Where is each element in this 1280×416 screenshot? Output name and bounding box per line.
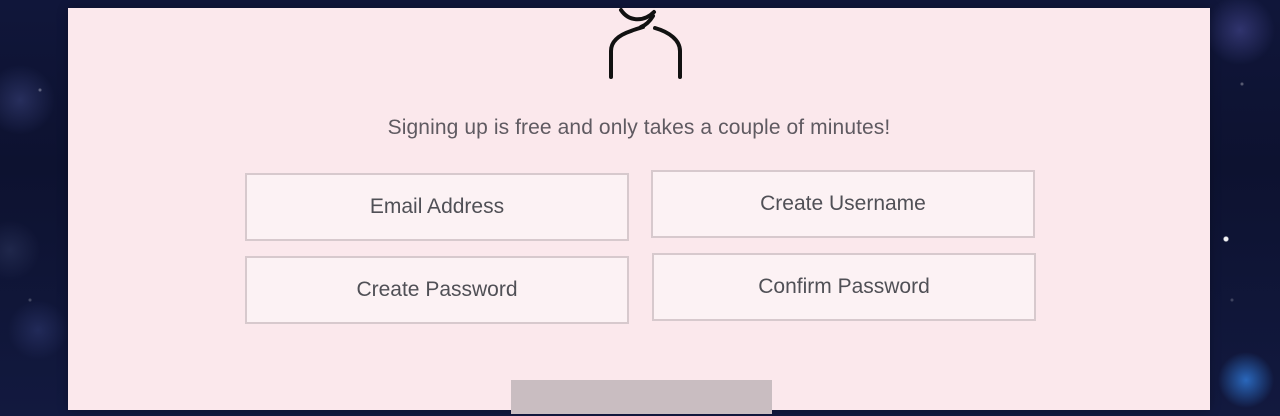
- right-nebula-glow: [1210, 0, 1280, 416]
- user-icon: [609, 8, 682, 79]
- signup-panel: Signing up is free and only takes a coup…: [68, 8, 1210, 414]
- left-nebula-glow: [0, 0, 70, 416]
- password-field[interactable]: [245, 256, 629, 324]
- confirm-password-field[interactable]: [652, 253, 1036, 321]
- space-background: Signing up is free and only takes a coup…: [0, 0, 1280, 416]
- username-field[interactable]: [651, 170, 1035, 238]
- signup-tagline: Signing up is free and only takes a coup…: [387, 116, 891, 139]
- email-field[interactable]: [245, 173, 629, 241]
- signup-submit-button[interactable]: [511, 380, 772, 414]
